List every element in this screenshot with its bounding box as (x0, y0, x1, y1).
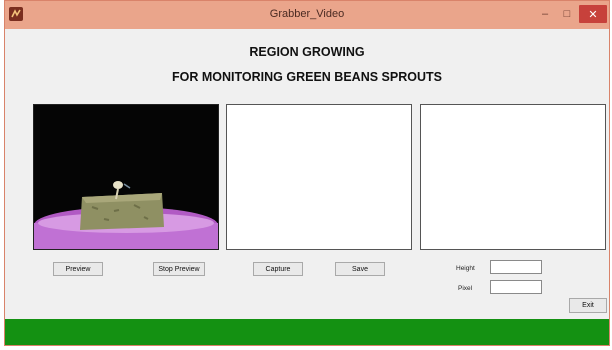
minimize-button[interactable]: – (535, 5, 555, 23)
pixel-field[interactable] (490, 280, 542, 294)
captured-image-axes (226, 104, 412, 250)
preview-button[interactable]: Preview (53, 262, 103, 276)
stop-preview-button[interactable]: Stop Preview (153, 262, 205, 276)
close-button[interactable]: ✕ (579, 5, 607, 23)
video-preview-axes (33, 104, 219, 250)
capture-button[interactable]: Capture (253, 262, 303, 276)
maximize-button[interactable]: □ (557, 5, 577, 23)
exit-button[interactable]: Exit (569, 298, 607, 313)
height-field[interactable] (490, 260, 542, 274)
heading-title: REGION GROWING (249, 45, 365, 59)
segmentation-result-axes (420, 104, 606, 250)
footer-bar (5, 319, 609, 345)
save-button[interactable]: Save (335, 262, 385, 276)
title-bar[interactable]: Grabber_Video – □ ✕ (5, 1, 609, 29)
height-label: Height (456, 265, 475, 272)
video-frame-image (34, 105, 218, 249)
window-title: Grabber_Video (269, 8, 345, 20)
heading-subtitle: FOR MONITORING GREEN BEANS SPROUTS (172, 70, 442, 84)
pixel-label: Pixel (458, 285, 473, 292)
app-window: Grabber_Video – □ ✕ REGION GROWING FOR M… (4, 0, 610, 346)
